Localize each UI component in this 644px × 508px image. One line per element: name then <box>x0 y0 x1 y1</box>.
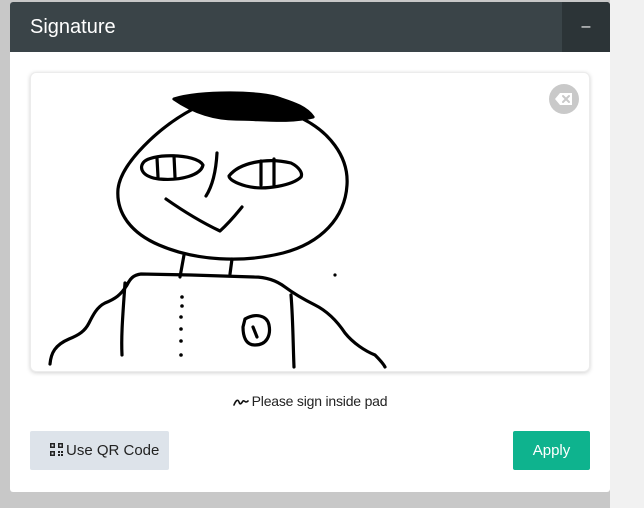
qr-code-icon <box>50 443 63 457</box>
signature-pad[interactable] <box>30 72 590 372</box>
signature-panel: Signature – Please sign inside pad Use Q… <box>10 2 610 492</box>
clear-signature-button[interactable] <box>549 84 579 114</box>
sign-hint-text: Please sign inside pad <box>251 393 388 409</box>
background-strip <box>610 0 644 508</box>
collapse-button[interactable]: – <box>562 2 610 52</box>
panel-header: Signature – <box>10 2 610 52</box>
eraser-icon <box>555 93 572 105</box>
use-qr-code-label: Use QR Code <box>66 442 160 459</box>
button-dots <box>179 273 337 357</box>
sign-hint: Please sign inside pad <box>10 393 610 409</box>
panel-title: Signature <box>30 16 116 38</box>
signature-icon <box>232 399 249 407</box>
apply-button[interactable]: Apply <box>513 431 590 470</box>
use-qr-code-button[interactable]: Use QR Code <box>30 431 169 470</box>
